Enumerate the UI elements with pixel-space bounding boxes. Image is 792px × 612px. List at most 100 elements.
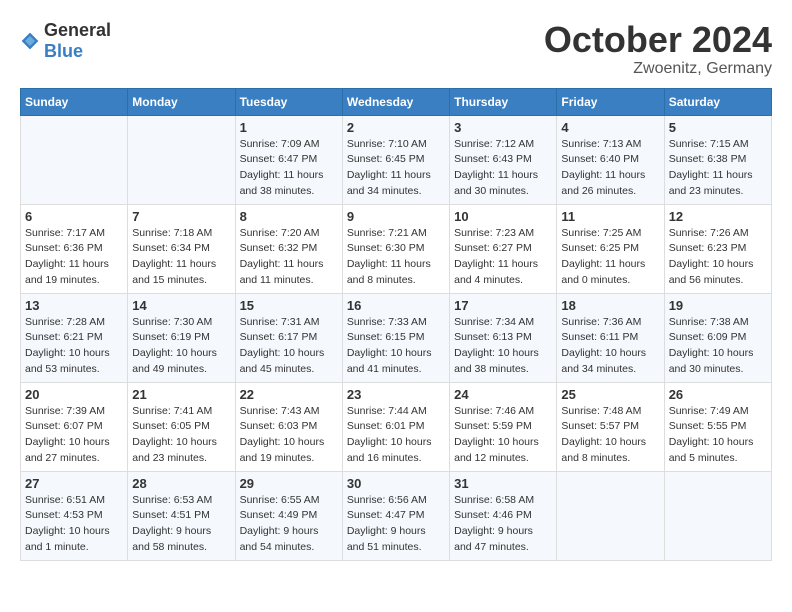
calendar-cell: 29 Sunrise: 6:55 AM Sunset: 4:49 PM Dayli… bbox=[235, 471, 342, 560]
calendar-cell: 22 Sunrise: 7:43 AM Sunset: 6:03 PM Dayli… bbox=[235, 382, 342, 471]
calendar-cell: 23Sunrise: 7:44 AM Sunset: 6:01 PM Dayli… bbox=[342, 382, 449, 471]
day-detail: Sunrise: 7:17 AM Sunset: 6:36 PM Dayligh… bbox=[25, 226, 123, 289]
calendar-table: SundayMondayTuesdayWednesdayThursdayFrid… bbox=[20, 88, 772, 561]
day-number: 17 bbox=[454, 298, 552, 313]
calendar-cell: 5Sunrise: 7:15 AM Sunset: 6:38 PM Daylig… bbox=[664, 115, 771, 204]
day-number: 8 bbox=[240, 209, 338, 224]
day-number: 12 bbox=[669, 209, 767, 224]
calendar-cell: 28 Sunrise: 6:53 AM Sunset: 4:51 PM Dayli… bbox=[128, 471, 235, 560]
day-number: 10 bbox=[454, 209, 552, 224]
day-number: 3 bbox=[454, 120, 552, 135]
calendar-week-row: 27 Sunrise: 6:51 AM Sunset: 4:53 PM Dayli… bbox=[21, 471, 772, 560]
month-title: October 2024 bbox=[544, 20, 772, 60]
day-detail: Sunrise: 7:12 AM Sunset: 6:43 PM Dayligh… bbox=[454, 137, 552, 200]
calendar-cell: 1Sunrise: 7:09 AM Sunset: 6:47 PM Daylig… bbox=[235, 115, 342, 204]
day-detail: Sunrise: 7:25 AM Sunset: 6:25 PM Dayligh… bbox=[561, 226, 659, 289]
day-detail: Sunrise: 7:43 AM Sunset: 6:03 PM Dayligh… bbox=[240, 404, 338, 467]
calendar-cell: 3 Sunrise: 7:12 AM Sunset: 6:43 PM Daylig… bbox=[450, 115, 557, 204]
day-number: 7 bbox=[132, 209, 230, 224]
day-number: 28 bbox=[132, 476, 230, 491]
day-detail: Sunrise: 7:09 AM Sunset: 6:47 PM Dayligh… bbox=[240, 137, 338, 200]
day-detail: Sunrise: 6:56 AM Sunset: 4:47 PM Dayligh… bbox=[347, 493, 445, 556]
calendar-cell: 15 Sunrise: 7:31 AM Sunset: 6:17 PM Dayli… bbox=[235, 293, 342, 382]
calendar-week-row: 20Sunrise: 7:39 AM Sunset: 6:07 PM Dayli… bbox=[21, 382, 772, 471]
day-detail: Sunrise: 7:21 AM Sunset: 6:30 PM Dayligh… bbox=[347, 226, 445, 289]
day-detail: Sunrise: 7:44 AM Sunset: 6:01 PM Dayligh… bbox=[347, 404, 445, 467]
day-detail: Sunrise: 7:49 AM Sunset: 5:55 PM Dayligh… bbox=[669, 404, 767, 467]
day-detail: Sunrise: 6:58 AM Sunset: 4:46 PM Dayligh… bbox=[454, 493, 552, 556]
day-number: 22 bbox=[240, 387, 338, 402]
day-number: 21 bbox=[132, 387, 230, 402]
day-number: 14 bbox=[132, 298, 230, 313]
calendar-cell: 12Sunrise: 7:26 AM Sunset: 6:23 PM Dayli… bbox=[664, 204, 771, 293]
day-detail: Sunrise: 6:51 AM Sunset: 4:53 PM Dayligh… bbox=[25, 493, 123, 556]
calendar-cell: 20Sunrise: 7:39 AM Sunset: 6:07 PM Dayli… bbox=[21, 382, 128, 471]
logo: General Blue bbox=[20, 20, 111, 62]
day-number: 4 bbox=[561, 120, 659, 135]
page-header: General Blue October 2024 Zwoenitz, Germ… bbox=[20, 20, 772, 78]
calendar-cell: 27 Sunrise: 6:51 AM Sunset: 4:53 PM Dayli… bbox=[21, 471, 128, 560]
day-detail: Sunrise: 7:30 AM Sunset: 6:19 PM Dayligh… bbox=[132, 315, 230, 378]
weekday-header-row: SundayMondayTuesdayWednesdayThursdayFrid… bbox=[21, 88, 772, 115]
calendar-cell: 16 Sunrise: 7:33 AM Sunset: 6:15 PM Dayli… bbox=[342, 293, 449, 382]
day-detail: Sunrise: 7:31 AM Sunset: 6:17 PM Dayligh… bbox=[240, 315, 338, 378]
day-number: 27 bbox=[25, 476, 123, 491]
day-detail: Sunrise: 7:18 AM Sunset: 6:34 PM Dayligh… bbox=[132, 226, 230, 289]
calendar-cell: 8Sunrise: 7:20 AM Sunset: 6:32 PM Daylig… bbox=[235, 204, 342, 293]
day-detail: Sunrise: 7:33 AM Sunset: 6:15 PM Dayligh… bbox=[347, 315, 445, 378]
day-number: 5 bbox=[669, 120, 767, 135]
day-detail: Sunrise: 6:55 AM Sunset: 4:49 PM Dayligh… bbox=[240, 493, 338, 556]
calendar-cell: 14 Sunrise: 7:30 AM Sunset: 6:19 PM Dayli… bbox=[128, 293, 235, 382]
calendar-cell: 21 Sunrise: 7:41 AM Sunset: 6:05 PM Dayli… bbox=[128, 382, 235, 471]
calendar-cell bbox=[128, 115, 235, 204]
day-number: 13 bbox=[25, 298, 123, 313]
day-detail: Sunrise: 6:53 AM Sunset: 4:51 PM Dayligh… bbox=[132, 493, 230, 556]
calendar-cell: 18Sunrise: 7:36 AM Sunset: 6:11 PM Dayli… bbox=[557, 293, 664, 382]
calendar-cell: 10 Sunrise: 7:23 AM Sunset: 6:27 PM Dayli… bbox=[450, 204, 557, 293]
calendar-cell: 9Sunrise: 7:21 AM Sunset: 6:30 PM Daylig… bbox=[342, 204, 449, 293]
logo-icon bbox=[20, 31, 40, 51]
calendar-cell: 4Sunrise: 7:13 AM Sunset: 6:40 PM Daylig… bbox=[557, 115, 664, 204]
day-detail: Sunrise: 7:28 AM Sunset: 6:21 PM Dayligh… bbox=[25, 315, 123, 378]
weekday-header-thursday: Thursday bbox=[450, 88, 557, 115]
calendar-cell: 30 Sunrise: 6:56 AM Sunset: 4:47 PM Dayli… bbox=[342, 471, 449, 560]
weekday-header-monday: Monday bbox=[128, 88, 235, 115]
day-number: 24 bbox=[454, 387, 552, 402]
location-title: Zwoenitz, Germany bbox=[544, 60, 772, 78]
day-number: 15 bbox=[240, 298, 338, 313]
day-detail: Sunrise: 7:46 AM Sunset: 5:59 PM Dayligh… bbox=[454, 404, 552, 467]
calendar-cell: 13 Sunrise: 7:28 AM Sunset: 6:21 PM Dayli… bbox=[21, 293, 128, 382]
calendar-cell: 26 Sunrise: 7:49 AM Sunset: 5:55 PM Dayli… bbox=[664, 382, 771, 471]
calendar-cell: 19 Sunrise: 7:38 AM Sunset: 6:09 PM Dayli… bbox=[664, 293, 771, 382]
day-number: 16 bbox=[347, 298, 445, 313]
day-number: 6 bbox=[25, 209, 123, 224]
weekday-header-friday: Friday bbox=[557, 88, 664, 115]
calendar-cell bbox=[21, 115, 128, 204]
day-detail: Sunrise: 7:23 AM Sunset: 6:27 PM Dayligh… bbox=[454, 226, 552, 289]
day-number: 29 bbox=[240, 476, 338, 491]
day-detail: Sunrise: 7:48 AM Sunset: 5:57 PM Dayligh… bbox=[561, 404, 659, 467]
weekday-header-wednesday: Wednesday bbox=[342, 88, 449, 115]
day-detail: Sunrise: 7:41 AM Sunset: 6:05 PM Dayligh… bbox=[132, 404, 230, 467]
day-number: 19 bbox=[669, 298, 767, 313]
calendar-cell: 7 Sunrise: 7:18 AM Sunset: 6:34 PM Daylig… bbox=[128, 204, 235, 293]
weekday-header-tuesday: Tuesday bbox=[235, 88, 342, 115]
calendar-cell: 31 Sunrise: 6:58 AM Sunset: 4:46 PM Dayli… bbox=[450, 471, 557, 560]
logo-blue: Blue bbox=[44, 41, 83, 61]
day-number: 26 bbox=[669, 387, 767, 402]
day-number: 11 bbox=[561, 209, 659, 224]
calendar-cell: 6 Sunrise: 7:17 AM Sunset: 6:36 PM Daylig… bbox=[21, 204, 128, 293]
day-detail: Sunrise: 7:34 AM Sunset: 6:13 PM Dayligh… bbox=[454, 315, 552, 378]
calendar-week-row: 6 Sunrise: 7:17 AM Sunset: 6:36 PM Daylig… bbox=[21, 204, 772, 293]
calendar-cell: 24 Sunrise: 7:46 AM Sunset: 5:59 PM Dayli… bbox=[450, 382, 557, 471]
title-area: October 2024 Zwoenitz, Germany bbox=[544, 20, 772, 78]
calendar-cell: 2Sunrise: 7:10 AM Sunset: 6:45 PM Daylig… bbox=[342, 115, 449, 204]
calendar-cell bbox=[664, 471, 771, 560]
logo-general: General bbox=[44, 20, 111, 40]
day-number: 30 bbox=[347, 476, 445, 491]
calendar-week-row: 13 Sunrise: 7:28 AM Sunset: 6:21 PM Dayli… bbox=[21, 293, 772, 382]
day-detail: Sunrise: 7:38 AM Sunset: 6:09 PM Dayligh… bbox=[669, 315, 767, 378]
day-number: 31 bbox=[454, 476, 552, 491]
calendar-cell: 17 Sunrise: 7:34 AM Sunset: 6:13 PM Dayli… bbox=[450, 293, 557, 382]
day-detail: Sunrise: 7:39 AM Sunset: 6:07 PM Dayligh… bbox=[25, 404, 123, 467]
